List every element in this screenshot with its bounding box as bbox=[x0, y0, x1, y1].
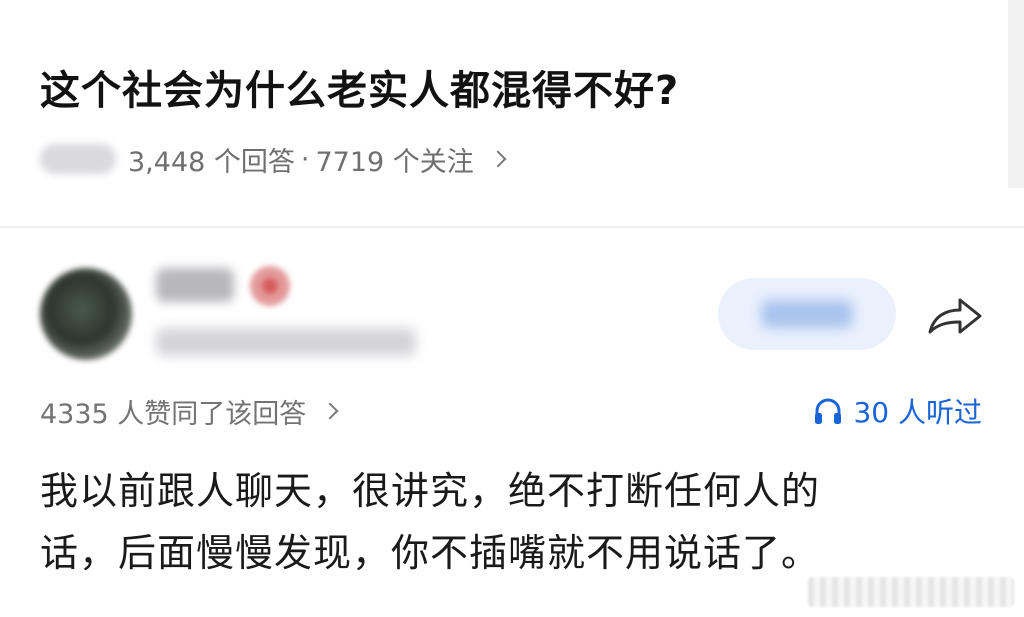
chevron-right-icon bbox=[321, 402, 339, 420]
topic-tag-blurred[interactable] bbox=[40, 144, 116, 174]
answer-count: 3,448 个回答 bbox=[128, 146, 295, 178]
chevron-right-icon bbox=[489, 150, 507, 168]
section-divider bbox=[0, 226, 1024, 228]
answer-line: 话，后面慢慢发现，你不插嘴就不用说话了。 bbox=[40, 531, 821, 575]
vote-count[interactable]: 4335 人赞同了该回答 bbox=[40, 391, 339, 431]
share-arrow-icon[interactable] bbox=[926, 294, 984, 338]
follow-label-blurred bbox=[761, 300, 853, 328]
follower-count: 7719 个关注 bbox=[315, 146, 474, 178]
vote-count-text: 4335 人赞同了该回答 bbox=[40, 398, 307, 430]
question-title[interactable]: 这个社会为什么老实人都混得不好? bbox=[40, 58, 679, 116]
listen-count[interactable]: 30 人听过 bbox=[813, 391, 982, 431]
author-name-blurred[interactable] bbox=[156, 268, 234, 302]
headphones-icon bbox=[815, 398, 842, 424]
avatar[interactable] bbox=[40, 268, 132, 360]
scrollbar[interactable] bbox=[1008, 0, 1024, 188]
watermark-blurred bbox=[808, 577, 1014, 607]
answer-line: 我以前跟人聊天，很讲究，绝不打断任何人的 bbox=[40, 469, 821, 513]
meta-separator: · bbox=[300, 143, 310, 175]
answer-body[interactable]: 我以前跟人聊天，很讲究，绝不打断任何人的 话，后面慢慢发现，你不插嘴就不用说话了… bbox=[40, 460, 940, 584]
listen-count-text: 30 人听过 bbox=[853, 396, 982, 429]
answer-page: 这个社会为什么老实人都混得不好? 3,448 个回答 · 7719 个关注 43… bbox=[0, 0, 1024, 617]
question-meta[interactable]: 3,448 个回答 · 7719 个关注 bbox=[40, 139, 507, 179]
verified-badge-icon bbox=[250, 266, 290, 306]
author-bio-blurred bbox=[156, 328, 416, 356]
follow-button[interactable] bbox=[718, 278, 896, 350]
